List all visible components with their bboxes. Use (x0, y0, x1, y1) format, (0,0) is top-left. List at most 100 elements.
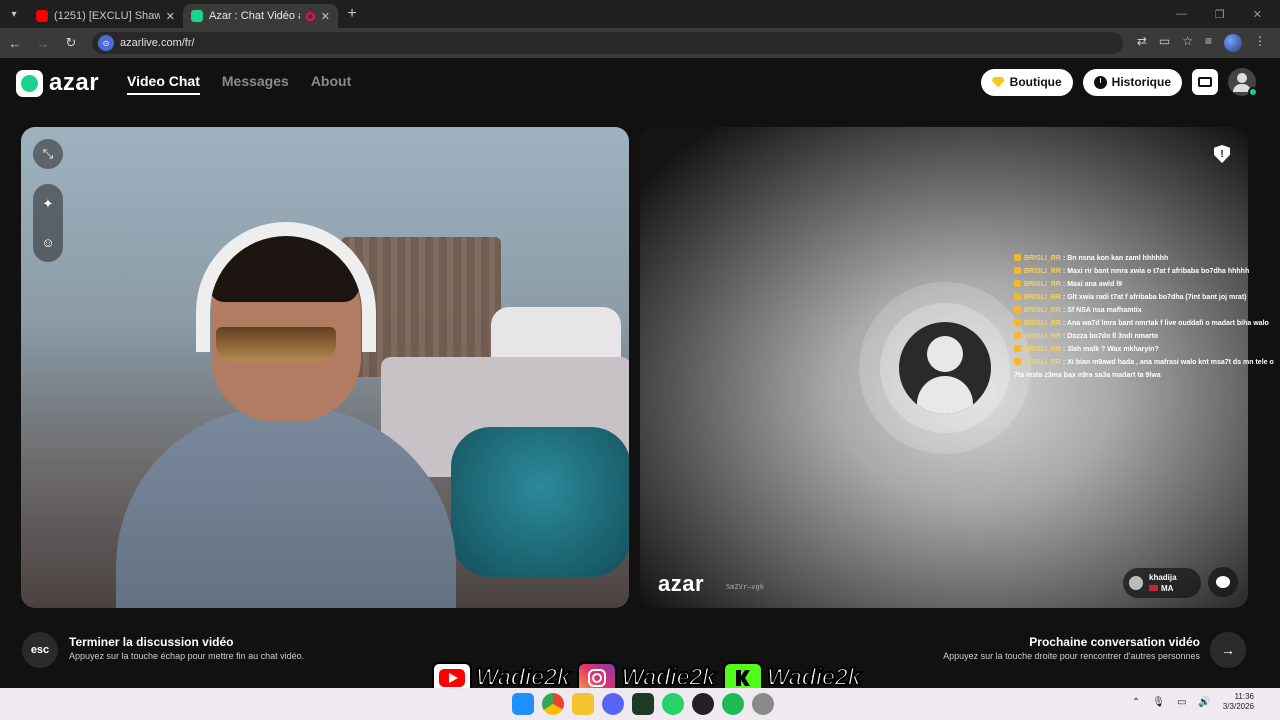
chat-badge-icon (1014, 332, 1021, 339)
system-tray: ⌃ 🎙 ▭ 🔊 11:36 3/3/2026 (1132, 692, 1254, 712)
chat-message: BRISLI_RR : Maxi ana awld l9 (1014, 278, 1280, 291)
default-user-icon (899, 322, 991, 414)
browser-toolbar: ← → ↻ ⊙ azarlive.com/fr/ ⇄ ▭ ☆ ≡ ⋮ (0, 28, 1280, 58)
esc-button[interactable]: esc (22, 632, 58, 668)
close-tab-icon[interactable]: ✕ (321, 10, 330, 23)
browser-tabbar: ▾ (1251) [EXCLU] Shaw - Popstar ✕ Azar :… (0, 0, 1280, 28)
top-nav: azar Video Chat Messages About Boutique … (0, 58, 1280, 106)
logo-text: azar (49, 69, 100, 96)
inbox-button[interactable] (1192, 69, 1218, 95)
partner-info[interactable]: khadija MA (1123, 568, 1201, 598)
toolbar-icons: ⇄ ▭ ☆ ≡ ⋮ (1137, 34, 1272, 52)
face-filter-icon[interactable]: ☺ (41, 235, 54, 250)
file-explorer-icon[interactable] (572, 693, 594, 715)
url-text: azarlive.com/fr/ (120, 37, 195, 49)
close-window-icon[interactable]: ✕ (1253, 8, 1262, 21)
end-chat-subtitle: Appuyez sur la touche échap pour mettre … (69, 651, 305, 661)
address-bar[interactable]: ⊙ azarlive.com/fr/ (92, 32, 1123, 54)
profile-button[interactable] (1228, 68, 1258, 97)
chat-message: BRISLI_RR : Xi bian m9awd hada , ana maf… (1014, 358, 1274, 379)
chat-badge-icon (1014, 358, 1021, 365)
obs-icon[interactable] (692, 693, 714, 715)
report-shield-icon[interactable]: ! (1214, 145, 1230, 163)
tab-youtube[interactable]: (1251) [EXCLU] Shaw - Popstar ✕ (28, 4, 183, 28)
chat-message: BRISLI_RR : Maxi rir bant nmra xwia o t7… (1014, 265, 1280, 278)
chat-message: BRISLI_RR : Glt xwia radi t7at f afribab… (1014, 291, 1280, 304)
chat-message: BRISLI_RR : Ana wa7d lmra bant nmrtak f … (1014, 317, 1280, 330)
magic-wand-icon[interactable]: ✦ (43, 196, 54, 212)
recording-icon (305, 11, 315, 21)
chrome-icon[interactable] (542, 693, 564, 715)
taskbar-apps (512, 693, 774, 715)
next-chat-subtitle: Appuyez sur la touche droite pour rencon… (943, 651, 1200, 661)
chat-badge-icon (1014, 306, 1021, 313)
bookmark-star-icon[interactable]: ☆ (1182, 34, 1193, 52)
forward-icon[interactable]: → (36, 36, 50, 51)
partner-name: khadija (1149, 573, 1177, 582)
settings-gear-icon[interactable] (752, 693, 774, 715)
youtube-favicon-icon (36, 10, 48, 22)
tab-search-icon[interactable]: ▾ (0, 0, 28, 28)
chat-message: BRISLI_RR : Dozza bo7do ll 3ndi nmarto (1014, 330, 1280, 343)
chat-button[interactable] (1208, 567, 1238, 597)
windows-start-icon[interactable] (512, 693, 534, 715)
profile-avatar-icon[interactable] (1224, 34, 1242, 52)
chat-bubble-icon (1216, 576, 1230, 588)
end-chat-title: Terminer la discussion vidéo (69, 635, 234, 649)
new-tab-button[interactable]: + (338, 5, 366, 23)
chat-message: BRISLI_RR : Bn nsna kon kan zaml hhhhhh (1014, 252, 1280, 265)
nav-messages[interactable]: Messages (222, 73, 289, 95)
restore-icon[interactable]: ❐ (1215, 8, 1225, 21)
spotify-icon[interactable] (722, 693, 744, 715)
chat-badge-icon (1014, 319, 1021, 326)
boutique-label: Boutique (1009, 75, 1062, 89)
translate-icon[interactable]: ⇄ (1137, 34, 1147, 52)
shrink-video-icon[interactable]: ⤡ (33, 139, 63, 169)
os-taskbar: ⌃ 🎙 ▭ 🔊 11:36 3/3/2026 (0, 688, 1280, 720)
next-chat-title: Prochaine conversation vidéo (1029, 635, 1200, 649)
historique-label: Historique (1111, 75, 1171, 89)
system-clock[interactable]: 11:36 3/3/2026 (1223, 692, 1254, 712)
battery-icon[interactable]: ▭ (1177, 697, 1186, 708)
reload-icon[interactable]: ↻ (64, 35, 78, 51)
microphone-icon[interactable]: 🎙 (1152, 697, 1165, 708)
nav-about[interactable]: About (311, 73, 351, 95)
next-arrow-button[interactable]: → (1210, 632, 1246, 668)
boutique-button[interactable]: Boutique (980, 68, 1073, 96)
gem-icon (991, 76, 1005, 88)
volume-icon[interactable]: 🔊 (1198, 697, 1210, 708)
back-icon[interactable]: ← (8, 36, 22, 51)
self-video: ⤡ ✦ ☺ (21, 127, 629, 608)
online-badge (1248, 87, 1258, 97)
menu-kebab-icon[interactable]: ⋮ (1254, 34, 1266, 52)
whatsapp-icon[interactable] (662, 693, 684, 715)
inbox-icon (1198, 77, 1212, 87)
tab-azar[interactable]: Azar : Chat Vidéo avec de n ✕ (183, 4, 338, 28)
partner-country: MA (1161, 584, 1174, 593)
capcut-icon[interactable] (632, 693, 654, 715)
azar-watermark: azar (658, 571, 705, 596)
azar-favicon-icon (191, 10, 203, 22)
discord-icon[interactable] (602, 693, 624, 715)
chat-badge-icon (1014, 267, 1021, 274)
tab-title: Azar : Chat Vidéo avec de n (209, 10, 300, 22)
chat-badge-icon (1014, 280, 1021, 287)
chat-badge-icon (1014, 345, 1021, 352)
close-tab-icon[interactable]: ✕ (166, 10, 175, 23)
chat-badge-icon (1014, 293, 1021, 300)
cast-icon[interactable]: ▭ (1159, 34, 1170, 52)
chat-message: BRISLI_RR : Sf NSA nsa mafhamtix (1014, 304, 1280, 317)
window-controls: — ❐ ✕ (1176, 8, 1280, 21)
chat-badge-icon (1014, 254, 1021, 261)
site-info-icon[interactable]: ⊙ (98, 35, 114, 51)
flag-icon (1149, 585, 1158, 591)
chat-message: BRISLI_RR : 3lah malk ? Wax mkharyin? (1014, 343, 1280, 356)
reading-list-icon[interactable]: ≡ (1205, 34, 1212, 52)
azar-logo[interactable]: azar (16, 69, 99, 97)
effects-toolbar: ✦ ☺ (33, 184, 63, 262)
minimize-icon[interactable]: — (1176, 8, 1187, 21)
nav-video-chat[interactable]: Video Chat (127, 73, 200, 95)
nav-actions: Boutique Historique (980, 68, 1258, 97)
tray-chevron-icon[interactable]: ⌃ (1132, 697, 1140, 708)
historique-button[interactable]: Historique (1082, 68, 1182, 96)
